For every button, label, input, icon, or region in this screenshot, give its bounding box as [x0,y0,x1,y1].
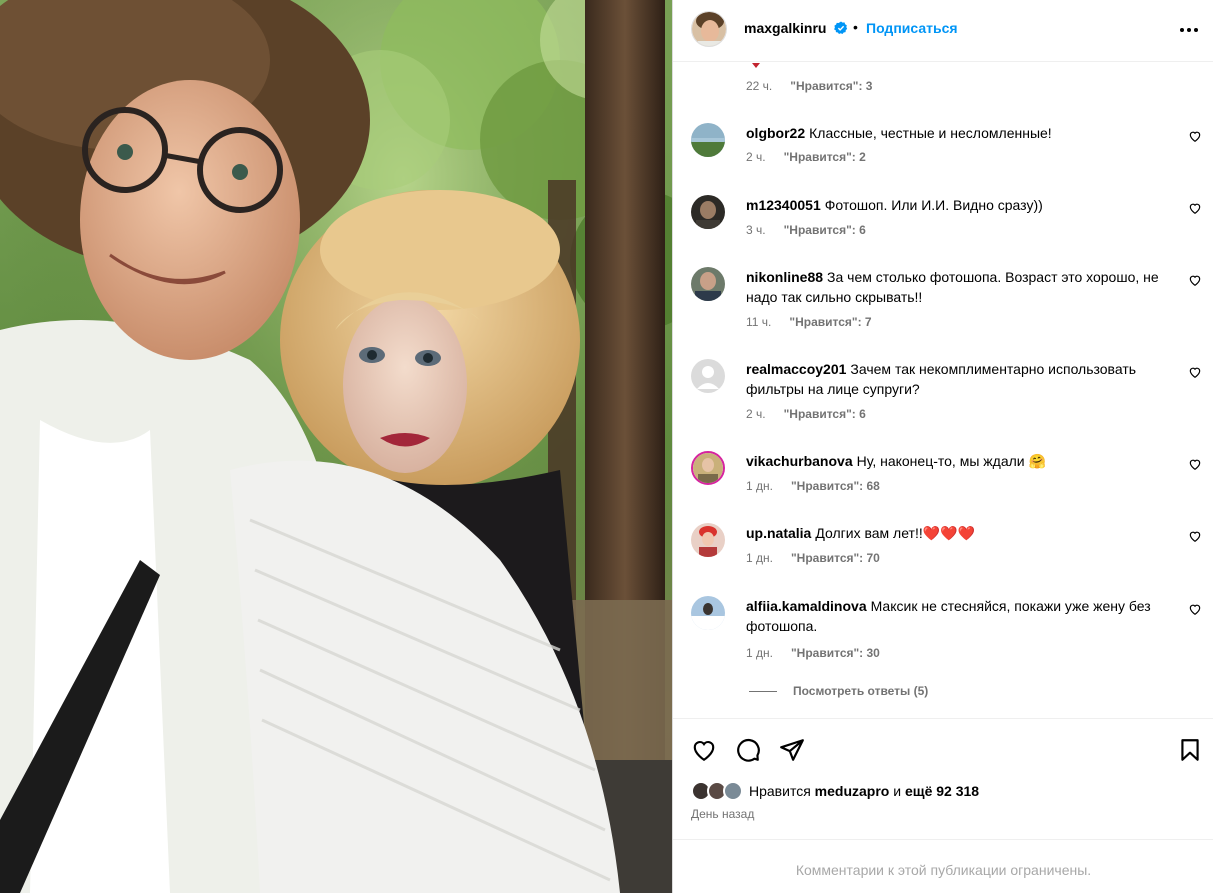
comment-text: vikachurbanova Ну, наконец-то, мы ждали 🤗 [746,451,1176,471]
commenter-username[interactable]: nikonline88 [746,269,823,285]
comment-likes[interactable]: "Нравится": 30 [791,646,880,660]
comment-text: olgbor22 Классные, честные и несломленные… [746,123,1176,143]
comment-text: alfiia.kamaldinova Максик не стесняйся, п… [746,596,1176,636]
comment-likes[interactable]: "Нравится": 68 [791,479,880,493]
commenter-username[interactable]: m12340051 [746,197,821,213]
likes-count[interactable]: ещё 92 318 [905,783,979,799]
liker-avatar [723,781,743,801]
partial-comment-meta: 22 ч. "Нравится": 3 [746,79,872,93]
comment-heart-icon[interactable] [1188,201,1202,215]
comment-heart-icon[interactable] [1188,602,1202,616]
comment-body: Долгих вам лет!!❤️❤️❤️ [815,525,976,541]
commenter-avatar[interactable] [691,596,725,630]
likes-user[interactable]: meduzapro [815,783,890,799]
comment-body: Фотошоп. Или И.И. Видно сразу)) [824,197,1043,213]
comment-heart-icon[interactable] [1188,365,1202,379]
follow-button[interactable]: Подписаться [866,20,958,36]
post-actions: Нравится meduzapro и ещё 92 318 День наз… [673,718,1213,840]
comment-likes[interactable]: "Нравится": 3 [790,79,872,93]
commenter-username[interactable]: realmaccoy201 [746,361,846,377]
author-avatar[interactable] [691,11,727,47]
author-username[interactable]: maxgalkinru [744,20,826,36]
comment-text: m12340051 Фотошоп. Или И.И. Видно сразу)) [746,195,1176,215]
replies-divider-line [749,690,777,692]
comment-meta: 1 дн. "Нравится": 30 [746,646,880,660]
posted-date[interactable]: День назад [691,807,754,821]
commenter-username[interactable]: up.natalia [746,525,811,541]
comment-likes[interactable]: "Нравится": 6 [784,407,866,421]
commenter-username[interactable]: olgbor22 [746,125,805,141]
post-photo [0,0,672,893]
comment-heart-icon[interactable] [1188,273,1202,287]
view-replies-button[interactable]: Посмотреть ответы (5) [749,684,928,698]
comment-meta: 2 ч. "Нравится": 6 [746,407,866,421]
comment-likes[interactable]: "Нравится": 7 [789,315,871,329]
comment-time: 1 дн. [746,479,773,493]
comment-heart-icon[interactable] [1188,529,1202,543]
comment-time: 2 ч. [746,150,766,164]
more-options-icon[interactable] [1178,20,1200,40]
commenter-avatar[interactable] [691,523,725,557]
commenter-username[interactable]: alfiia.kamaldinova [746,598,867,614]
comment-time: 3 ч. [746,223,766,237]
bookmark-icon[interactable] [1177,737,1203,763]
comment-likes[interactable]: "Нравится": 6 [784,223,866,237]
comment-meta: 11 ч. "Нравится": 7 [746,315,872,329]
comment-icon[interactable] [735,737,761,763]
comment-meta: 1 дн. "Нравится": 70 [746,551,880,565]
comment-time: 11 ч. [746,315,772,329]
commenter-avatar[interactable] [691,195,725,229]
commenter-avatar-story[interactable] [691,451,725,485]
comments-restricted-notice: Комментарии к этой публикации ограничены… [795,862,1092,878]
verified-badge-icon [834,21,848,35]
comment-meta: 3 ч. "Нравится": 6 [746,223,866,237]
comments-list[interactable]: 22 ч. "Нравится": 3 olgbor22 Классные, чес… [673,63,1213,718]
liker-avatars[interactable] [691,781,743,801]
comment-time: 22 ч. [746,79,773,93]
heart-icon[interactable] [691,737,717,763]
commenter-avatar[interactable] [691,267,725,301]
comment-time: 1 дн. [746,646,773,660]
comment-time: 1 дн. [746,551,773,565]
commenter-avatar[interactable] [691,123,725,157]
comment-body: Классные, честные и несломленные! [809,125,1052,141]
likes-middle: и [893,783,902,799]
commenter-username[interactable]: vikachurbanova [746,453,853,469]
comment-text: realmaccoy201 Зачем так некомплиментарно … [746,359,1176,399]
comment-text: nikonline88 За чем столько фотошопа. Возр… [746,267,1176,307]
separator-dot: • [853,19,858,35]
selfie-image [0,0,672,893]
comment-text: up.natalia Долгих вам лет!!❤️❤️❤️ [746,523,1176,543]
view-replies-label: Посмотреть ответы (5) [793,684,929,698]
comment-meta: 2 ч. "Нравится": 2 [746,150,866,164]
likes-prefix: Нравится [749,783,811,799]
comment-likes[interactable]: "Нравится": 2 [784,150,866,164]
post-header: maxgalkinru • Подписаться [673,0,1213,62]
post-side-panel: maxgalkinru • Подписаться 22 ч. "Нравится… [672,0,1213,893]
partial-heart-icon [752,63,760,68]
comment-likes[interactable]: "Нравится": 70 [791,551,880,565]
share-icon[interactable] [779,737,805,763]
commenter-avatar[interactable] [691,359,725,393]
comment-body: Ну, наконец-то, мы ждали 🤗 [856,453,1046,469]
comment-heart-icon[interactable] [1188,129,1202,143]
comment-time: 2 ч. [746,407,766,421]
comment-heart-icon[interactable] [1188,457,1202,471]
comment-meta: 1 дн. "Нравится": 68 [746,479,880,493]
likes-summary: Нравится meduzapro и ещё 92 318 [691,781,979,801]
